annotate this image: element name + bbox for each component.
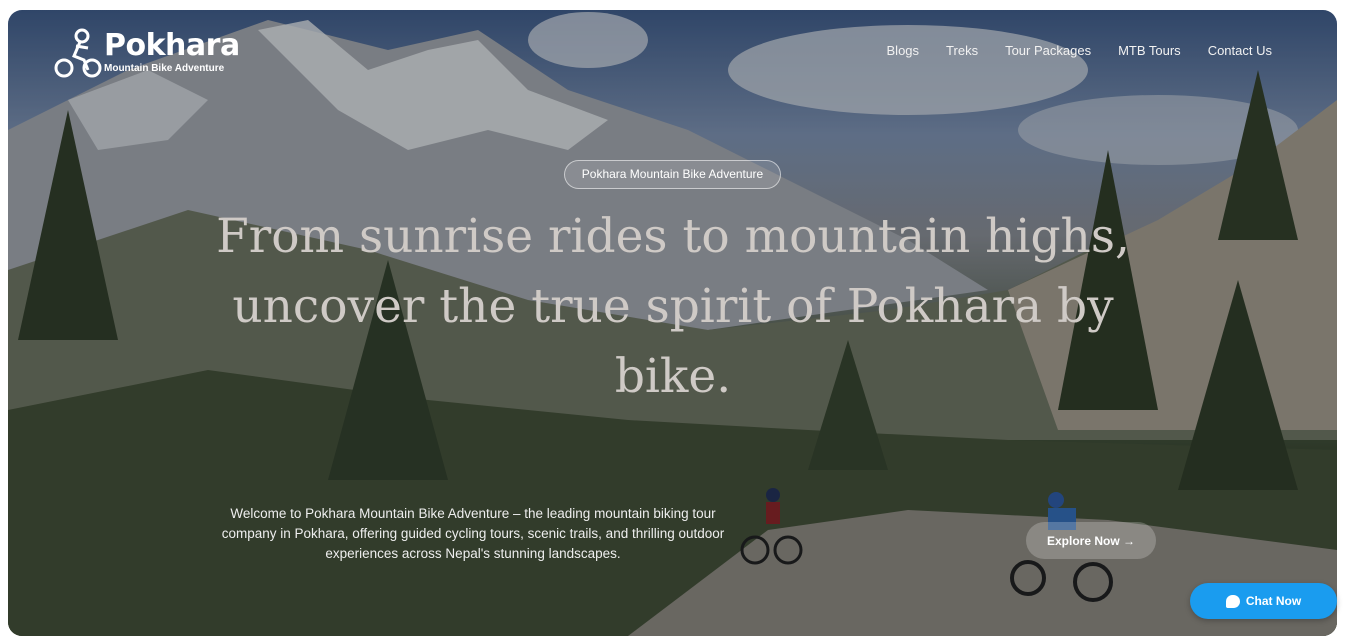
headline-line-2: uncover the true spirit of Pokhara by <box>232 279 1114 334</box>
explore-now-button[interactable]: Explore Now → <box>1026 522 1156 559</box>
brand-name: Pokhara <box>104 27 240 63</box>
site-logo[interactable]: Pokhara Mountain Bike Adventure <box>54 26 240 78</box>
nav-link-blogs[interactable]: Blogs <box>887 43 920 58</box>
nav-link-treks[interactable]: Treks <box>946 43 978 58</box>
nav-link-mtb-tours[interactable]: MTB Tours <box>1118 43 1181 58</box>
headline-line-3: bike. <box>614 349 732 404</box>
brand-tagline: Mountain Bike Adventure <box>104 62 225 74</box>
cyclist-logo-icon <box>54 28 102 78</box>
hero-section: Pokhara Mountain Bike Adventure Blogs Tr… <box>8 10 1337 636</box>
nav-link-contact-us[interactable]: Contact Us <box>1208 43 1272 58</box>
main-nav: Blogs Treks Tour Packages MTB Tours Cont… <box>887 43 1272 58</box>
nav-link-tour-packages[interactable]: Tour Packages <box>1005 43 1091 58</box>
chat-bubble-icon <box>1225 594 1240 608</box>
headline-line-1: From sunrise rides to mountain highs, <box>216 209 1130 264</box>
hero-headline: From sunrise rides to mountain highs, un… <box>158 202 1188 412</box>
chat-now-button[interactable]: Chat Now <box>1190 583 1337 619</box>
hero-badge: Pokhara Mountain Bike Adventure <box>564 160 781 189</box>
chat-now-label: Chat Now <box>1245 594 1302 608</box>
hero-intro-text: Welcome to Pokhara Mountain Bike Adventu… <box>221 506 725 561</box>
